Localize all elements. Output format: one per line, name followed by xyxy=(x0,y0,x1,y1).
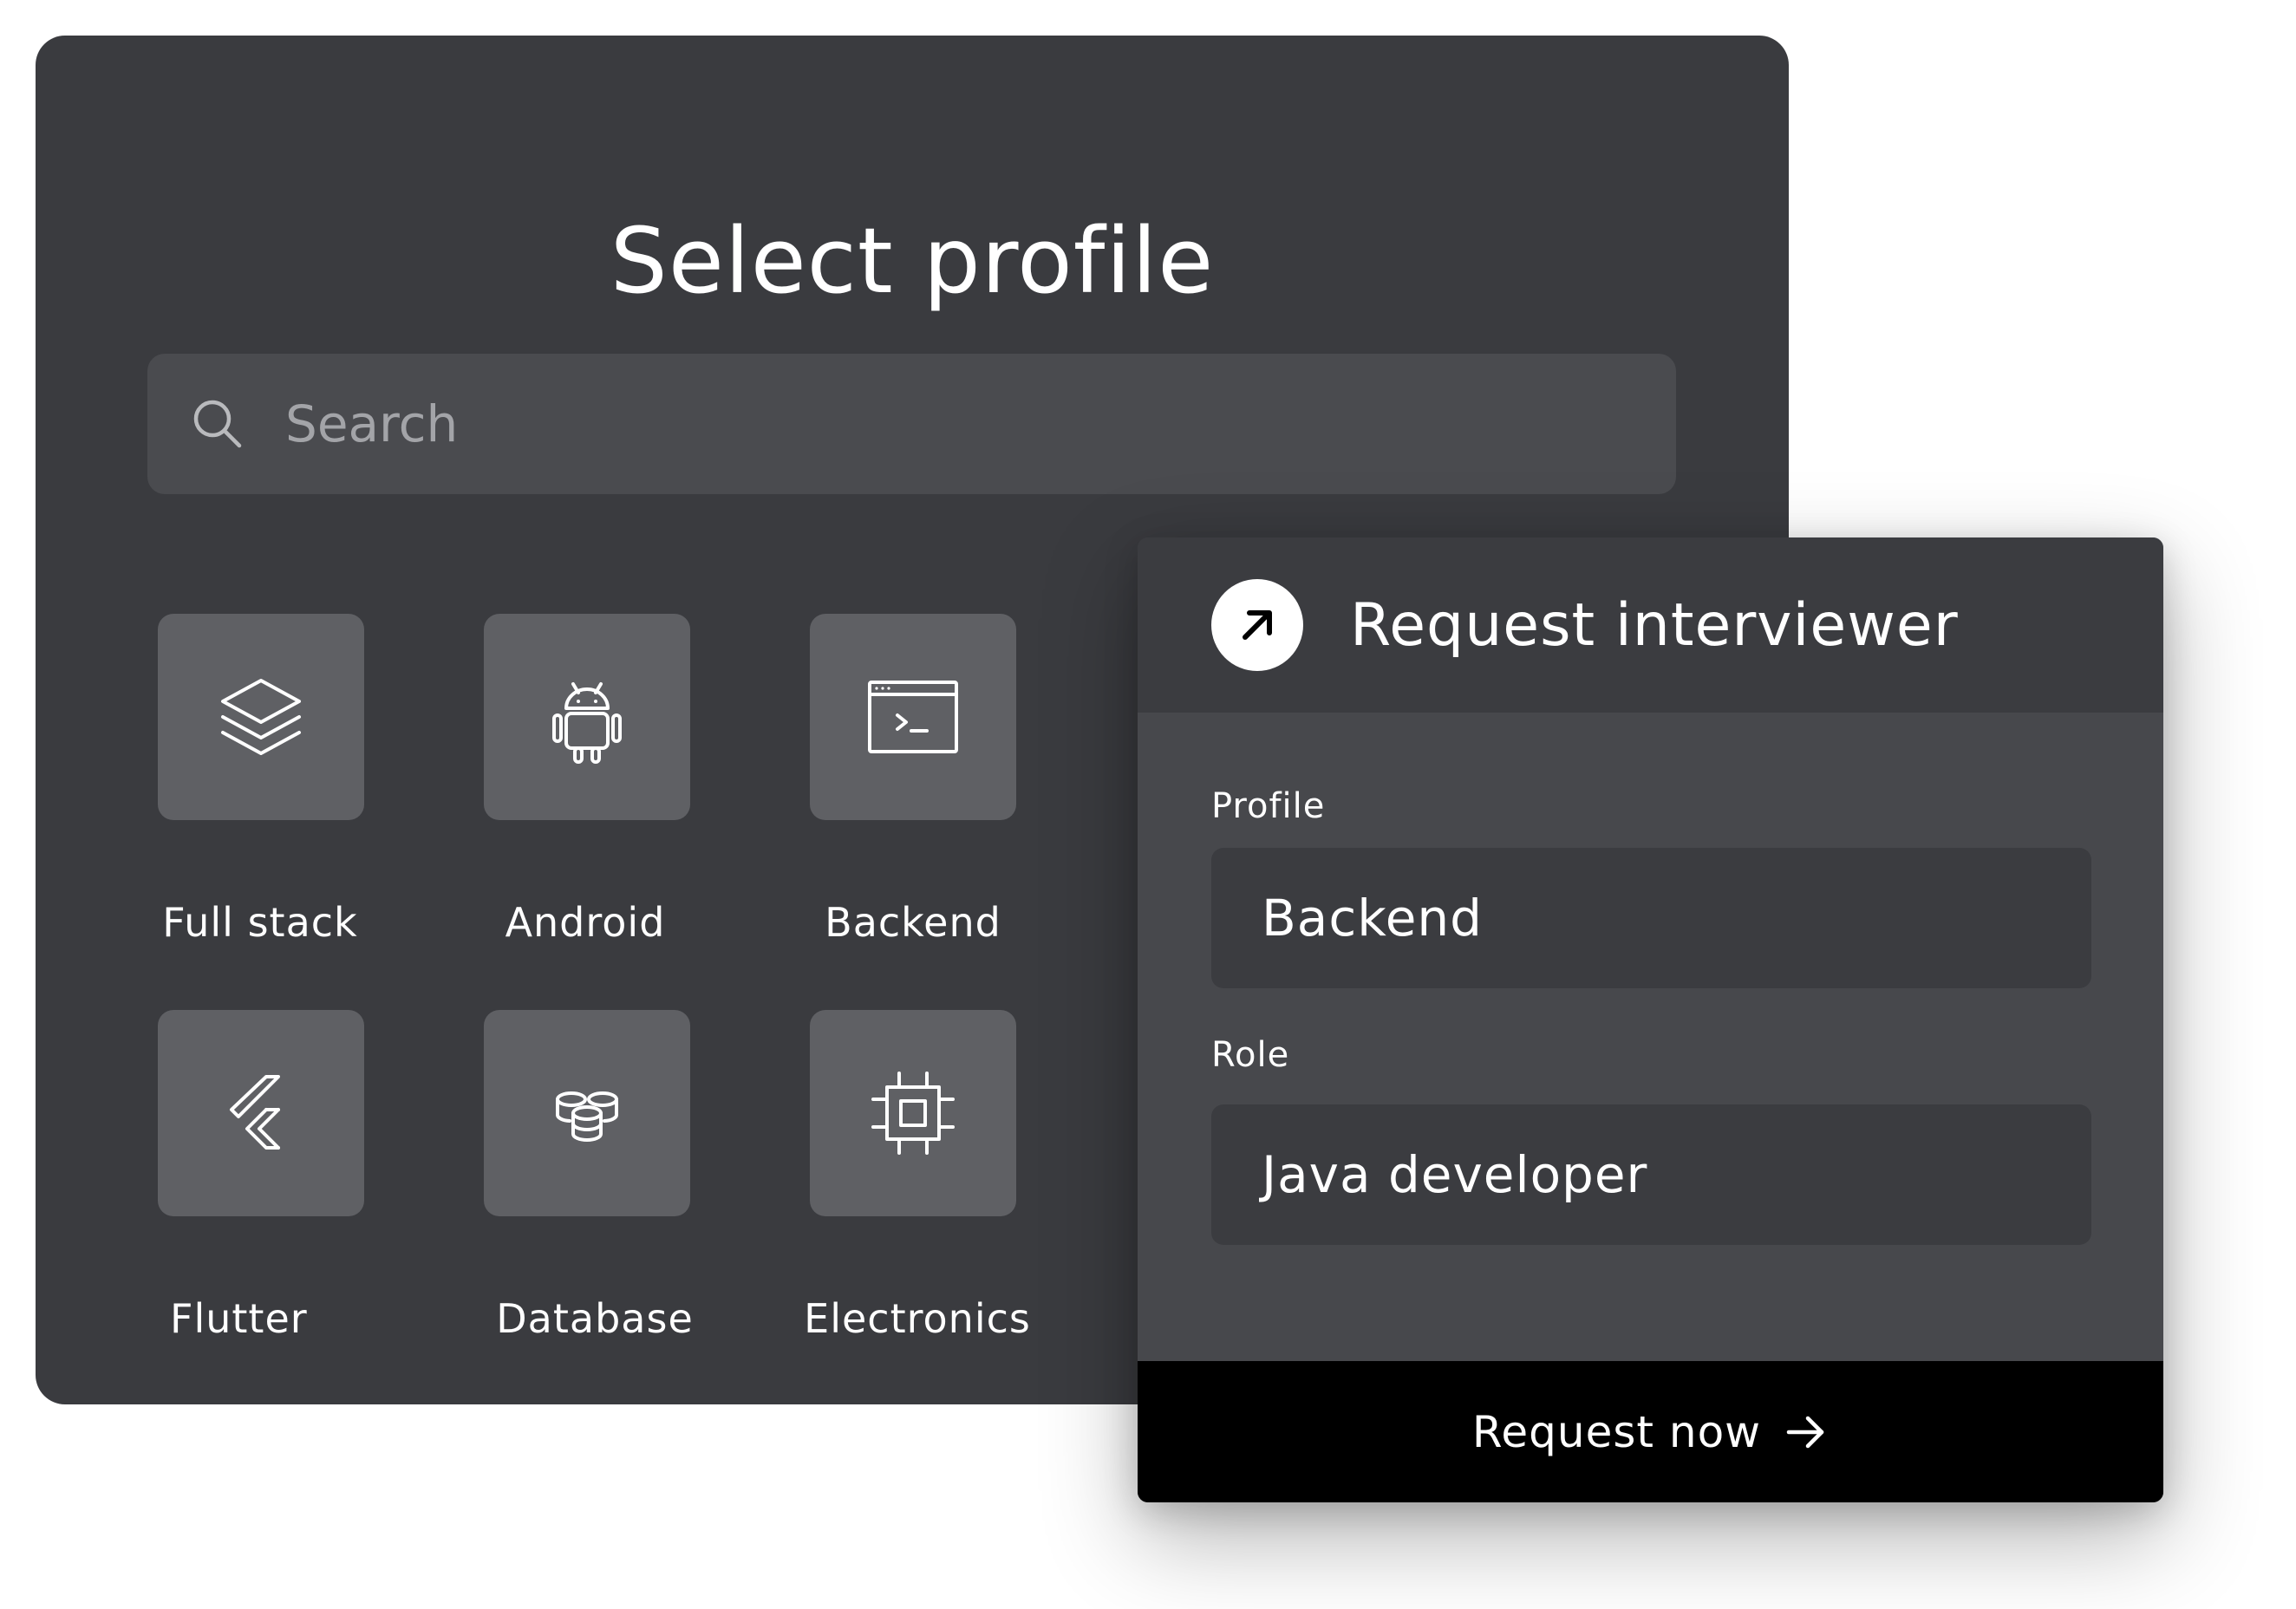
profile-field[interactable]: Backend xyxy=(1211,848,2091,988)
profile-label-backend: Backend xyxy=(825,899,1001,946)
card-header: Request interviewer xyxy=(1138,537,2163,713)
flutter-icon xyxy=(230,1075,280,1150)
profile-tile-flutter[interactable] xyxy=(158,1010,364,1216)
search-icon xyxy=(193,400,242,448)
android-icon xyxy=(552,682,622,764)
profile-label-full-stack: Full stack xyxy=(162,899,358,946)
card-title: Request interviewer xyxy=(1350,591,1959,660)
chip-icon xyxy=(871,1072,955,1155)
header-badge xyxy=(1211,579,1303,671)
request-now-button[interactable]: Request now xyxy=(1138,1361,2163,1502)
profile-label-android: Android xyxy=(505,899,666,946)
profile-field-label: Profile xyxy=(1211,786,1326,826)
request-interviewer-card: Request interviewer Profile Backend Role… xyxy=(1138,537,2163,1502)
layers-icon xyxy=(221,679,301,755)
role-field-label: Role xyxy=(1211,1035,1290,1075)
arrow-up-right-icon xyxy=(1243,610,1272,640)
terminal-window-icon xyxy=(868,681,958,753)
profile-tile-electronics[interactable] xyxy=(810,1010,1016,1216)
role-field[interactable]: Java developer xyxy=(1211,1104,2091,1245)
profile-tile-database[interactable] xyxy=(484,1010,690,1216)
database-icon xyxy=(556,1091,618,1142)
search-bar[interactable] xyxy=(147,354,1676,494)
profile-tile-android[interactable] xyxy=(484,614,690,820)
arrow-right-icon xyxy=(1786,1416,1824,1448)
page-title: Select profile xyxy=(610,208,1215,314)
profile-tile-backend[interactable] xyxy=(810,614,1016,820)
profile-label-flutter: Flutter xyxy=(170,1295,308,1342)
profile-label-database: Database xyxy=(496,1295,694,1342)
search-input[interactable] xyxy=(285,354,1638,494)
profile-label-electronics: Electronics xyxy=(804,1295,1031,1342)
profile-tile-full-stack[interactable] xyxy=(158,614,364,820)
request-now-label: Request now xyxy=(1471,1406,1762,1457)
role-field-value: Java developer xyxy=(1262,1145,1648,1204)
profile-field-value: Backend xyxy=(1262,889,1484,948)
